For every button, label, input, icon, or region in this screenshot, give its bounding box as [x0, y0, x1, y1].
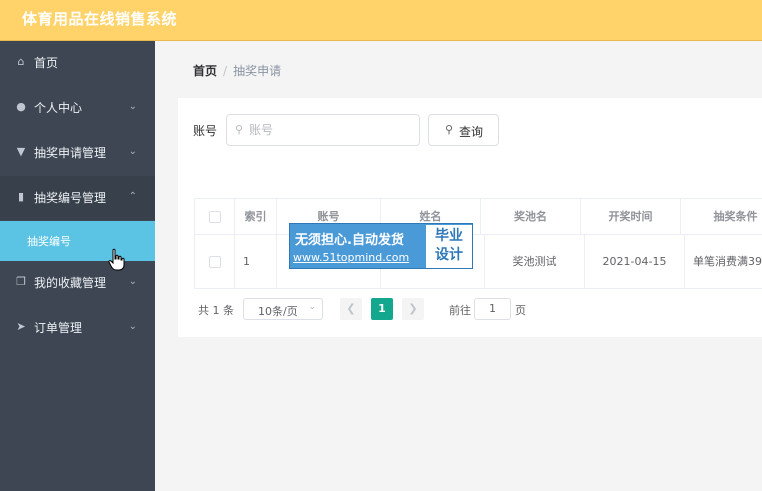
watermark-line1: 无须担心.自动发货: [295, 233, 404, 248]
pagination: 共 1 条 10条/页 ⌄ ❮ 1 ❯ 前往 1 页: [198, 298, 758, 320]
sidebar-item-orders[interactable]: ➤ 订单管理 ⌄: [0, 306, 155, 350]
next-page-button[interactable]: ❯: [402, 298, 424, 320]
breadcrumb: 首页 / 抽奖申请: [193, 62, 281, 79]
user-icon: ●: [16, 100, 26, 113]
query-button-label: 查询: [459, 125, 484, 139]
sidebar-item-label: 个人中心: [34, 101, 83, 115]
sidebar-item-lottery-number[interactable]: ▮ 抽奖编号管理 ⌃: [0, 176, 155, 220]
watermark-badge: 毕业 设计: [426, 225, 472, 268]
column-header: 抽奖条件: [681, 199, 762, 234]
home-icon: ⌂: [17, 55, 25, 68]
sidebar-item-label: 我的收藏管理: [34, 276, 107, 290]
query-button[interactable]: ⚲ 查询: [428, 114, 499, 146]
page-number-active[interactable]: 1: [371, 298, 393, 320]
sidebar-item-home[interactable]: ⌂ 首页: [0, 41, 155, 85]
pin-icon: ▼: [16, 145, 26, 158]
goto-page-input[interactable]: 1: [474, 298, 511, 320]
sidebar-item-label: 首页: [34, 56, 59, 70]
watermark-badge-line1: 毕业: [435, 228, 463, 244]
chevron-down-icon: ⌄: [128, 321, 137, 332]
row-checkbox-cell: [195, 235, 235, 288]
sidebar-item-favorites[interactable]: ❐ 我的收藏管理 ⌄: [0, 261, 155, 305]
breadcrumb-current: 抽奖申请: [233, 64, 282, 78]
header-checkbox-cell: [195, 199, 235, 234]
chevron-up-icon: ⌃: [128, 191, 137, 202]
data-table: 索引 账号 姓名 奖池名 开奖时间 抽奖条件 1 奖池测试 2021-04-15…: [194, 198, 762, 289]
column-header: 奖池名: [481, 199, 581, 234]
chevron-down-icon: ⌄: [128, 276, 137, 287]
select-all-checkbox[interactable]: [208, 211, 221, 223]
search-input[interactable]: [249, 121, 409, 139]
app-title: 体育用品在线销售系统: [22, 10, 178, 28]
search-label: 账号: [193, 124, 218, 138]
chevron-down-icon: ⌄: [308, 302, 316, 312]
top-bar: 体育用品在线销售系统: [0, 0, 762, 41]
table-row[interactable]: 1 奖池测试 2021-04-15 单笔消费满39: [195, 235, 762, 289]
breadcrumb-home[interactable]: 首页: [193, 64, 217, 78]
chevron-down-icon: ⌄: [128, 101, 137, 112]
prev-page-button[interactable]: ❮: [340, 298, 362, 320]
watermark-badge-line2: 设计: [435, 247, 463, 263]
sidebar: ⌂ 首页 ● 个人中心 ⌄ ▼ 抽奖申请管理 ⌄ ▮ 抽奖编号管理 ⌃ 抽奖编号…: [0, 41, 155, 491]
sidebar-item-lottery-application[interactable]: ▼ 抽奖申请管理 ⌄: [0, 131, 155, 175]
page-suffix-label: 页: [515, 304, 526, 317]
sidebar-item-personal-center[interactable]: ● 个人中心 ⌄: [0, 86, 155, 130]
row-checkbox[interactable]: [208, 256, 221, 268]
breadcrumb-separator: /: [223, 64, 228, 78]
cell-index: 1: [235, 235, 277, 288]
page-size-select[interactable]: 10条/页 ⌄: [243, 298, 323, 320]
watermark-url: www.51topmind.com: [293, 251, 410, 264]
search-icon: ⚲: [235, 123, 244, 136]
bar-chart-icon: ▮: [17, 190, 25, 203]
send-icon: ➤: [16, 320, 26, 333]
sidebar-item-label: 抽奖申请管理: [34, 146, 107, 160]
content-panel: 账号 ⚲ ⚲ 查询 索引 账号 姓名 奖池名 开奖时间 抽奖条件 1: [178, 98, 762, 337]
watermark-banner: 无须担心.自动发货 www.51topmind.com 毕业 设计: [289, 223, 473, 269]
search-icon: ⚲: [445, 123, 454, 136]
sidebar-subitem-lottery-number[interactable]: 抽奖编号: [0, 221, 155, 261]
table-header: 索引 账号 姓名 奖池名 开奖时间 抽奖条件: [195, 199, 762, 235]
sidebar-subitem-label: 抽奖编号: [27, 235, 71, 248]
sidebar-item-label: 订单管理: [34, 321, 83, 335]
column-header: 索引: [235, 199, 277, 234]
copy-icon: ❐: [16, 275, 26, 288]
search-field[interactable]: ⚲: [226, 114, 420, 146]
hand-cursor-icon: [108, 248, 125, 271]
page-size-value: 10条/页: [258, 305, 298, 318]
cell-condition: 单笔消费满39: [685, 235, 762, 288]
sidebar-item-label: 抽奖编号管理: [34, 191, 107, 205]
pagination-total: 共 1 条: [198, 304, 234, 317]
goto-label: 前往: [449, 304, 471, 317]
cell-pool: 奖池测试: [485, 235, 585, 288]
chevron-down-icon: ⌄: [128, 146, 137, 157]
cell-draw-time: 2021-04-15: [585, 235, 685, 288]
column-header: 开奖时间: [581, 199, 681, 234]
